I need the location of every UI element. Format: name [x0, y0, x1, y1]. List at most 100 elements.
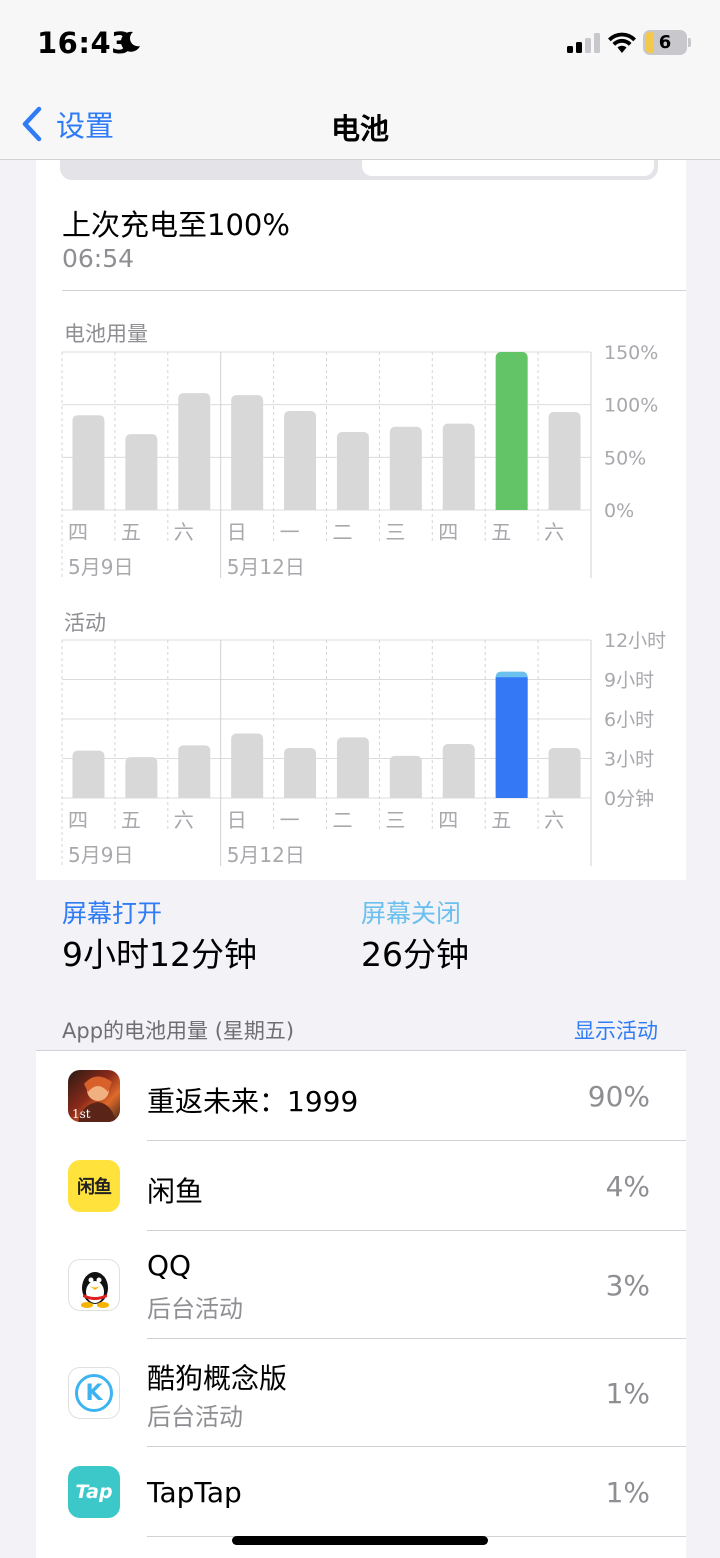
bar-base: [389, 504, 422, 510]
status-bar: 16:43 6: [0, 0, 720, 90]
x-day-label: 五: [121, 520, 141, 544]
bar-base: [125, 504, 158, 510]
app-subtitle: 后台活动: [147, 1295, 243, 1323]
bar-base: [178, 792, 211, 798]
x-day-label: 四: [68, 808, 88, 832]
y-tick-label: 3小时: [604, 749, 654, 771]
home-indicator[interactable]: [232, 1536, 488, 1545]
y-tick-label: 100%: [604, 395, 658, 417]
bar: [495, 352, 528, 510]
bar-base: [495, 504, 528, 510]
app-usage-percent: 1%: [605, 1377, 650, 1410]
bar: [336, 432, 369, 510]
x-date-label: 5月9日: [68, 843, 133, 867]
bar-base: [72, 792, 105, 798]
x-day-label: 六: [174, 520, 194, 544]
bar: [178, 745, 211, 798]
screen-on-value: 9小时12分钟: [62, 935, 257, 974]
bar-base: [284, 792, 317, 798]
reverse-1999-icon: 1st: [68, 1070, 120, 1122]
xianyu-icon: 闲鱼: [68, 1160, 120, 1212]
taptap-icon: Tap: [68, 1466, 120, 1518]
x-day-label: 六: [174, 808, 194, 832]
app-usage-percent: 90%: [587, 1080, 650, 1113]
bar-base: [284, 504, 317, 510]
bar-base: [389, 792, 422, 798]
y-tick-label: 6小时: [604, 709, 654, 731]
bar-base: [125, 792, 158, 798]
y-tick-label: 150%: [604, 342, 658, 364]
bar-base: [231, 504, 264, 510]
qq-penguin-icon: [68, 1259, 120, 1311]
bar-base: [336, 792, 369, 798]
bar: [389, 755, 422, 798]
bar: [389, 426, 422, 510]
bar-base: [442, 504, 475, 510]
y-tick-label: 9小时: [604, 670, 654, 692]
bar: [548, 747, 581, 798]
cellular-signal-icon: [567, 33, 600, 53]
x-day-label: 日: [227, 808, 247, 832]
app-usage-percent: 4%: [605, 1170, 650, 1203]
taptap-icon-text: Tap: [75, 1481, 113, 1503]
bar-base: [72, 504, 105, 510]
bar: [284, 747, 317, 798]
battery-level: 6: [658, 32, 672, 53]
battery-usage-chart: 150% 100% 50% 0% 四 五 六 日 一 二 三 四 五 六 5月9日 5月12日: [61, 342, 658, 579]
bar: [336, 737, 369, 798]
x-day-label: 二: [333, 808, 353, 832]
app-row-kugou[interactable]: K 酷狗概念版 后台活动 1%: [36, 1339, 686, 1447]
bar-screen-on: [495, 677, 528, 798]
show-activity-link[interactable]: 显示活动: [574, 1015, 658, 1045]
x-day-label: 三: [385, 520, 405, 544]
page-title: 电池: [330, 112, 389, 146]
x-day-label: 六: [544, 520, 564, 544]
moon-icon: [120, 31, 140, 52]
bar: [284, 410, 317, 510]
app-usage-percent: 3%: [605, 1269, 650, 1302]
x-day-label: 六: [544, 808, 564, 832]
last-charge-label: 上次充电至100%: [62, 208, 290, 242]
divider: [62, 290, 686, 291]
app-row-xianyu[interactable]: 闲鱼 闲鱼 4%: [36, 1141, 686, 1231]
bar: [72, 750, 105, 798]
bar: [72, 415, 105, 510]
y-tick-label: 0%: [604, 500, 634, 522]
x-day-label: 日: [227, 520, 247, 544]
app-subtitle: 后台活动: [147, 1403, 243, 1431]
bar: [231, 395, 264, 510]
bar: [442, 423, 475, 510]
app-usage-section-title: App的电池用量 (星期五): [62, 1019, 295, 1043]
app-name: QQ: [147, 1249, 192, 1282]
screen-on-label: 屏幕打开: [62, 899, 163, 928]
navigation-bar: 设置 电池: [0, 90, 720, 160]
screen-off-value: 26分钟: [361, 935, 469, 974]
app-row-taptap[interactable]: Tap TapTap 1%: [36, 1447, 686, 1537]
bar-base: [231, 792, 264, 798]
wifi-icon: [608, 32, 636, 53]
app-name: TapTap: [147, 1476, 242, 1509]
app-usage-percent: 1%: [605, 1476, 650, 1509]
app-row-qq[interactable]: QQ 后台活动 3%: [36, 1231, 686, 1339]
xianyu-icon-text: 闲鱼: [77, 1177, 112, 1198]
x-day-label: 四: [438, 520, 458, 544]
app-usage-list: 1st 重返未来：1999 90% 闲鱼 闲鱼 4% QQ 后台活动 3% K …: [36, 1050, 686, 1558]
bar: [548, 412, 581, 510]
x-day-label: 五: [121, 808, 141, 832]
x-day-label: 一: [280, 808, 300, 832]
bar-base: [336, 504, 369, 510]
app-name: 酷狗概念版: [147, 1362, 288, 1395]
bar: [442, 744, 475, 798]
y-tick-label: 50%: [604, 447, 646, 469]
screen-off-label: 屏幕关闭: [361, 899, 462, 928]
x-day-label: 四: [68, 520, 88, 544]
x-date-label: 5月12日: [227, 555, 305, 579]
last-charge-time: 06:54: [62, 244, 135, 273]
bar-base: [548, 792, 581, 798]
app-name: 闲鱼: [147, 1175, 204, 1208]
x-day-label: 一: [280, 520, 300, 544]
bar: [125, 434, 158, 510]
x-day-label: 四: [438, 808, 458, 832]
app-row-reverse-1999[interactable]: 1st 重返未来：1999 90%: [36, 1051, 686, 1141]
svg-text:1st: 1st: [72, 1107, 91, 1121]
